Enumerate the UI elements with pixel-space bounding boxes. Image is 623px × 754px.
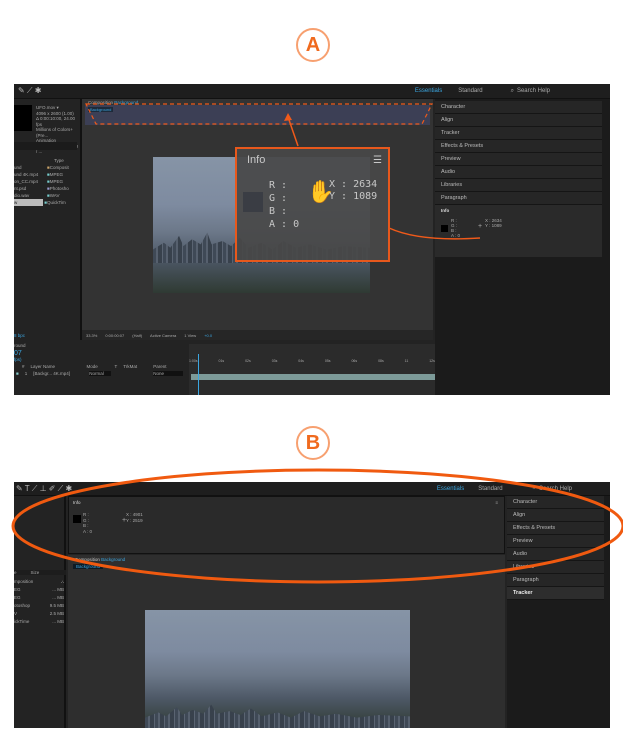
project-item[interactable]: ickTime... MB	[14, 618, 64, 626]
a-value: A : 0	[269, 219, 300, 230]
connector-line	[388, 227, 481, 240]
highlight-dashed-box	[85, 103, 433, 125]
project-item[interactable]: otoshop 9.5 MB	[14, 602, 64, 610]
arrow-head-icon	[284, 113, 292, 121]
x-value: X : 2634	[329, 179, 378, 190]
project-item[interactable]: V 2.5 MB	[14, 610, 64, 618]
color-swatch	[243, 192, 263, 212]
info-callout: Info ☰ R :G :B :A : 0 ✋ X : 2634 Y : 1089	[235, 147, 390, 262]
b-value: B :	[269, 206, 288, 217]
y-value: Y : 1089	[329, 191, 378, 202]
annotation-b	[11, 468, 623, 584]
callout-title: Info	[247, 154, 266, 166]
g-value: G :	[269, 193, 288, 204]
highlight-ellipse	[11, 468, 623, 584]
r-value: R :	[269, 180, 288, 191]
composition-image	[145, 610, 410, 728]
arrow-line	[287, 116, 299, 147]
menu-icon[interactable]: ☰	[373, 155, 382, 166]
